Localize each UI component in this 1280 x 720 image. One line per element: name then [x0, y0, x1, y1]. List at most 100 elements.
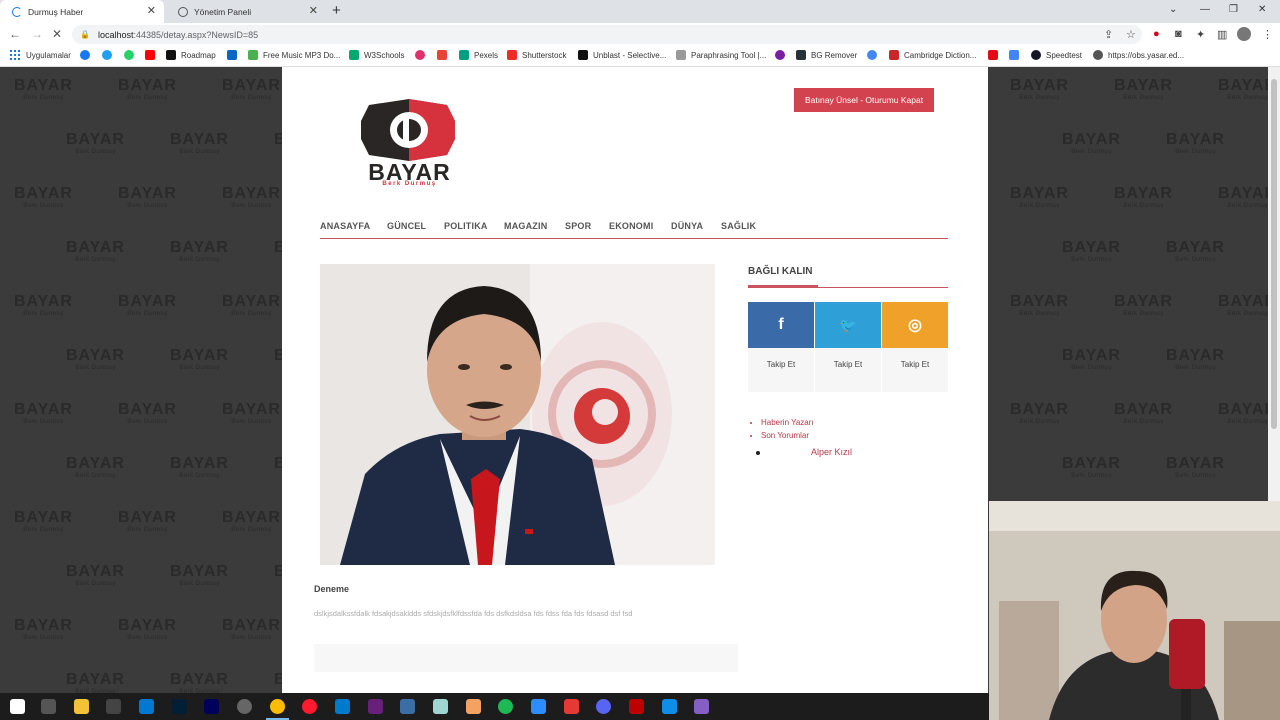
- discord-icon[interactable]: [596, 699, 611, 714]
- camera-extension-icon[interactable]: ◙: [1175, 28, 1182, 40]
- translate-bookmark-icon[interactable]: [1009, 50, 1024, 60]
- sourcetree-icon[interactable]: [466, 699, 481, 714]
- clock-app-icon[interactable]: [237, 699, 252, 714]
- link-haberin-yazari[interactable]: Haberin Yazarı: [761, 416, 814, 429]
- comment-area[interactable]: [314, 644, 738, 672]
- nav-dunya[interactable]: DÜNYA: [671, 221, 703, 231]
- close-tab-icon[interactable]: ✕: [147, 4, 156, 17]
- sql-server-icon[interactable]: [400, 699, 415, 714]
- bookmark-shutterstock[interactable]: Shutterstock: [507, 50, 566, 60]
- bookmark-free-music[interactable]: Free Music MP3 Do...: [248, 50, 340, 60]
- visual-studio-icon[interactable]: [368, 699, 383, 714]
- follow-label[interactable]: Takip Et: [748, 360, 814, 369]
- author-name[interactable]: Alper Kızıl: [811, 447, 852, 457]
- watermark-logo: BAYARBerk Durmuş: [14, 293, 73, 317]
- chrome-bookmark-icon[interactable]: [867, 50, 882, 60]
- shutterstock-icon: [507, 50, 517, 60]
- anydesk-icon[interactable]: [564, 699, 579, 714]
- profile-avatar[interactable]: [1237, 27, 1251, 41]
- site-logo[interactable]: BAYAR Berk Durmuş: [347, 99, 472, 187]
- watermark-logo: BAYARBerk Durmuş: [1062, 239, 1121, 263]
- teamviewer-icon[interactable]: [662, 699, 677, 714]
- watermark-logo: BAYARBerk Durmuş: [1114, 293, 1173, 317]
- file-explorer-icon[interactable]: [74, 699, 89, 714]
- instagram-icon[interactable]: ◎: [882, 302, 948, 348]
- tab-durmus-haber[interactable]: Durmuş Haber ✕: [0, 0, 164, 23]
- photoshop-icon[interactable]: [172, 699, 187, 714]
- follow-label[interactable]: Takip Et: [882, 360, 948, 369]
- bookmark-cambridge[interactable]: Cambridge Diction...: [889, 50, 976, 60]
- nav-politika[interactable]: POLITIKA: [444, 221, 488, 231]
- netflix-bookmark-icon[interactable]: [988, 50, 1003, 60]
- sidebar-title: BAĞLI KALIN: [748, 266, 813, 277]
- menu-icon[interactable]: ⋮: [1262, 28, 1273, 41]
- bookmark-pexels[interactable]: Pexels: [459, 50, 498, 60]
- link-son-yorumlar[interactable]: Son Yorumlar: [761, 429, 814, 442]
- bookmark-star-icon[interactable]: ☆: [1126, 28, 1136, 41]
- nav-guncel[interactable]: GÜNCEL: [387, 221, 426, 231]
- bookmark-roadmap[interactable]: Roadmap: [166, 50, 216, 60]
- address-bar[interactable]: 🔒 localhost:44385/detay.aspx?NewsID=85: [72, 25, 1142, 44]
- instagram-follow[interactable]: ◎ Takip Et: [882, 302, 948, 392]
- lock-icon[interactable]: 🔒: [80, 30, 90, 39]
- premiere-icon[interactable]: [204, 699, 219, 714]
- notes-app-icon[interactable]: [433, 699, 448, 714]
- close-window-button[interactable]: ✕: [1258, 4, 1266, 15]
- whatsapp-bookmark-icon[interactable]: [124, 50, 139, 60]
- task-view-icon[interactable]: [41, 699, 56, 714]
- nav-anasayfa[interactable]: ANASAYFA: [320, 221, 370, 231]
- nav-saglik[interactable]: SAĞLIK: [721, 221, 756, 231]
- logout-button[interactable]: Batınay Ünsel - Oturumu Kapat: [794, 88, 934, 112]
- linkedin-bookmark-icon[interactable]: [227, 50, 242, 60]
- facebook-icon[interactable]: f: [748, 302, 814, 348]
- twitter-icon[interactable]: 🐦: [815, 302, 881, 348]
- spotify-icon[interactable]: [498, 699, 513, 714]
- side-panel-icon[interactable]: ▥: [1217, 28, 1227, 41]
- twitter-follow[interactable]: 🐦 Takip Et: [815, 302, 881, 392]
- scrollbar-thumb[interactable]: [1271, 79, 1277, 429]
- extension-bookmark-icon[interactable]: [775, 50, 790, 60]
- tab-yonetim-paneli[interactable]: Yönetim Paneli ✕: [166, 0, 326, 23]
- nav-spor[interactable]: SPOR: [565, 221, 591, 231]
- bookmark-speedtest[interactable]: Speedtest: [1031, 50, 1082, 60]
- stop-button[interactable]: ✕: [52, 27, 62, 41]
- gmail-bookmark-icon[interactable]: [437, 50, 452, 60]
- watermark-logo: BAYARBerk Durmuş: [222, 617, 281, 641]
- url-host: localhost: [97, 29, 134, 40]
- extensions-icon[interactable]: ✦: [1196, 28, 1205, 41]
- nav-ekonomi[interactable]: EKONOMI: [609, 221, 653, 231]
- bookmark-unblast[interactable]: Unblast - Selective...: [578, 50, 666, 60]
- visual-studio-2-icon[interactable]: [694, 699, 709, 714]
- bookmark-bg-remover[interactable]: BG Remover: [796, 50, 857, 60]
- restore-button[interactable]: ❐: [1229, 4, 1238, 15]
- back-button[interactable]: ←: [9, 27, 21, 41]
- share-icon[interactable]: ⇪: [1104, 28, 1113, 41]
- tab-search-icon[interactable]: ⌄: [1169, 4, 1177, 15]
- chrome-taskbar-icon[interactable]: [266, 699, 289, 720]
- bookmark-apps[interactable]: Uygulamalar: [10, 50, 71, 60]
- facebook-follow[interactable]: f Takip Et: [748, 302, 814, 392]
- zoom-icon[interactable]: [531, 699, 546, 714]
- facebook-bookmark-icon[interactable]: [80, 50, 95, 60]
- watermark-logo: BAYARBerk Durmuş: [66, 239, 125, 263]
- filezilla-icon[interactable]: [629, 699, 644, 714]
- bookmark-obs-yasar[interactable]: https://obs.yasar.ed...: [1093, 50, 1184, 60]
- youtube-bookmark-icon[interactable]: [145, 50, 160, 60]
- minimize-button[interactable]: —: [1200, 4, 1210, 15]
- opera-icon[interactable]: [302, 699, 317, 714]
- bookmark-w3schools[interactable]: W3Schools: [349, 50, 404, 60]
- bookmark-paraphrasing[interactable]: Paraphrasing Tool |...: [676, 50, 766, 60]
- mail-icon[interactable]: [139, 699, 154, 714]
- instagram-bookmark-icon[interactable]: [415, 50, 430, 60]
- start-button[interactable]: [10, 699, 25, 714]
- twitter-bookmark-icon[interactable]: [102, 50, 117, 60]
- new-tab-button[interactable]: +: [332, 2, 341, 19]
- vscode-icon[interactable]: [335, 699, 350, 714]
- forward-button[interactable]: →: [31, 27, 43, 41]
- bookmark-label: Paraphrasing Tool |...: [691, 50, 767, 60]
- close-tab-icon[interactable]: ✕: [309, 4, 318, 17]
- nav-magazin[interactable]: MAGAZIN: [504, 221, 547, 231]
- opera-extension-icon[interactable]: ●: [1153, 28, 1160, 40]
- follow-label[interactable]: Takip Et: [815, 360, 881, 369]
- terminal-icon[interactable]: [106, 699, 121, 714]
